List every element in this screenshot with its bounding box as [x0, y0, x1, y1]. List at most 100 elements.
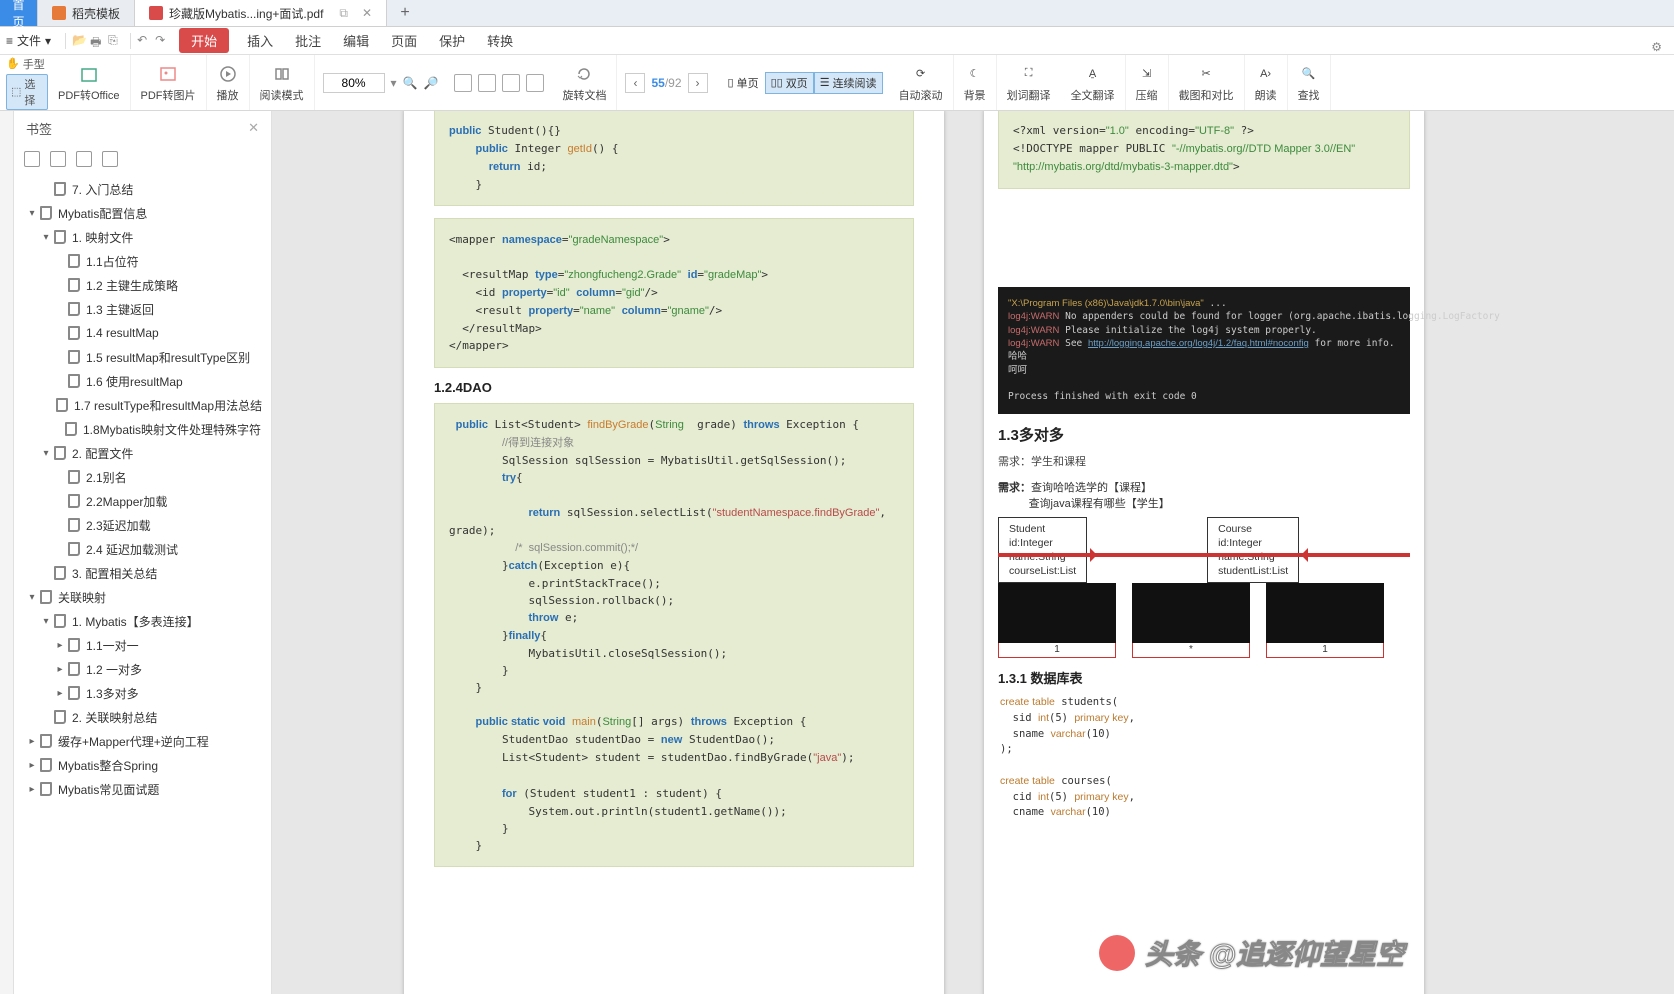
zoom-out-icon[interactable]: 🔍 — [403, 76, 418, 90]
bookmark-item[interactable]: 2.1别名 — [14, 465, 271, 489]
bookmark-item[interactable]: 1.7 resultType和resultMap用法总结 — [14, 393, 271, 417]
caret-icon[interactable]: ▾ — [40, 448, 52, 459]
zoom-dropdown[interactable]: ▾ — [391, 76, 397, 90]
bookmark-item[interactable]: 1.1占位符 — [14, 249, 271, 273]
bookmark-tree[interactable]: 7. 入门总结▾Mybatis配置信息▾1. 映射文件1.1占位符1.2 主键生… — [14, 173, 271, 994]
select-tool[interactable]: ⬚选择 — [6, 74, 48, 110]
file-menu[interactable]: ≡ 文件 ▾ — [6, 32, 51, 49]
bookmark-item[interactable]: 2. 关联映射总结 — [14, 705, 271, 729]
menu-edit[interactable]: 编辑 — [333, 27, 379, 54]
print-icon[interactable]: 🖶 — [90, 33, 106, 49]
document-viewport[interactable]: public Student(){} public Integer getId(… — [272, 111, 1674, 994]
tab-docer[interactable]: 稻壳模板 — [38, 0, 135, 26]
bm-tool-1[interactable] — [24, 151, 40, 167]
export-icon[interactable]: ⎘ — [108, 33, 124, 49]
menu-convert[interactable]: 转换 — [477, 27, 523, 54]
sidebar-rail[interactable] — [0, 111, 14, 994]
bookmark-item[interactable]: 2.2Mapper加载 — [14, 489, 271, 513]
fit-width-icon[interactable] — [454, 74, 472, 92]
bookmark-item[interactable]: ▸Mybatis整合Spring — [14, 753, 271, 777]
menu-insert[interactable]: 插入 — [237, 27, 283, 54]
full-translate[interactable]: A̱全文翻译 — [1061, 55, 1126, 110]
panel-header: 书签 ✕ — [14, 111, 271, 145]
separator — [65, 33, 66, 49]
actual-size-icon[interactable] — [502, 74, 520, 92]
tab-pdf[interactable]: 珍藏版Mybatis...ing+面试.pdf⧉✕ — [135, 0, 387, 26]
bookmark-item[interactable]: ▾2. 配置文件 — [14, 441, 271, 465]
caret-icon[interactable]: ▾ — [40, 616, 52, 627]
bm-tool-3[interactable] — [76, 151, 92, 167]
close-icon[interactable]: ✕ — [362, 6, 372, 20]
menu-protect[interactable]: 保护 — [429, 27, 475, 54]
bm-tool-4[interactable] — [102, 151, 118, 167]
caret-icon[interactable]: ▾ — [40, 232, 52, 243]
prev-page-button[interactable]: ‹ — [625, 73, 645, 93]
single-page-toggle[interactable]: ▯单页 — [722, 72, 765, 94]
bookmark-item[interactable]: ▸Mybatis常见面试题 — [14, 777, 271, 801]
bookmark-item[interactable]: 1.5 resultMap和resultType区别 — [14, 345, 271, 369]
pdf-to-image[interactable]: PDF转图片 — [131, 55, 207, 110]
bookmark-item[interactable]: ▾关联映射 — [14, 585, 271, 609]
background-button[interactable]: ☾背景 — [954, 55, 997, 110]
double-page-toggle[interactable]: ▯▯双页 — [765, 72, 814, 94]
hand-tool[interactable]: ✋手型 — [6, 56, 45, 72]
bookmark-item[interactable]: ▸1.3多对多 — [14, 681, 271, 705]
fit-visible-icon[interactable] — [526, 74, 544, 92]
bookmark-item[interactable]: 2.3延迟加载 — [14, 513, 271, 537]
menu-start[interactable]: 开始 — [179, 28, 229, 53]
bookmark-item[interactable]: 3. 配置相关总结 — [14, 561, 271, 585]
image-icon — [159, 65, 177, 83]
settings-icon[interactable]: ⚙ — [1651, 40, 1662, 54]
bookmark-icon — [40, 758, 52, 772]
screenshot-button[interactable]: ✂截图和对比 — [1169, 55, 1245, 110]
menu-bar: ≡ 文件 ▾ 📂 🖶 ⎘ ↶ ↷ 开始 插入 批注 编辑 页面 保护 转换 ⚙ — [0, 27, 1674, 55]
fit-page-icon[interactable] — [478, 74, 496, 92]
play-button[interactable]: 播放 — [207, 55, 250, 110]
compress-button[interactable]: ⇲压缩 — [1126, 55, 1169, 110]
caret-icon[interactable]: ▸ — [54, 688, 66, 699]
rotate-button[interactable]: 旋转文档 — [552, 55, 617, 110]
tab-home[interactable]: 首页 — [0, 0, 38, 26]
read-mode[interactable]: 阅读模式 — [250, 55, 315, 110]
caret-icon[interactable]: ▸ — [54, 664, 66, 675]
heading-133: 1.3多对多 — [998, 424, 1394, 445]
page-display[interactable]: 55/92 — [651, 76, 681, 90]
menu-page[interactable]: 页面 — [381, 27, 427, 54]
bookmark-item[interactable]: 1.3 主键返回 — [14, 297, 271, 321]
bookmark-item[interactable]: 1.6 使用resultMap — [14, 369, 271, 393]
bm-tool-2[interactable] — [50, 151, 66, 167]
bookmark-item[interactable]: ▸1.1一对一 — [14, 633, 271, 657]
bookmark-item[interactable]: 1.2 主键生成策略 — [14, 273, 271, 297]
caret-icon[interactable]: ▸ — [26, 736, 38, 747]
bookmark-item[interactable]: ▸1.2 一对多 — [14, 657, 271, 681]
popout-icon[interactable]: ⧉ — [339, 6, 348, 21]
caret-icon[interactable]: ▸ — [26, 760, 38, 771]
bookmark-item[interactable]: 1.4 resultMap — [14, 321, 271, 345]
open-icon[interactable]: 📂 — [72, 33, 88, 49]
continuous-toggle[interactable]: ☰连续阅读 — [814, 72, 883, 94]
caret-icon[interactable]: ▾ — [26, 208, 38, 219]
bookmark-item[interactable]: 1.8Mybatis映射文件处理特殊字符 — [14, 417, 271, 441]
bookmark-item[interactable]: 2.4 延迟加载测试 — [14, 537, 271, 561]
pdf-to-office[interactable]: PDF转Office — [48, 55, 131, 110]
zoom-in-icon[interactable]: 🔎 — [424, 76, 439, 90]
next-page-button[interactable]: › — [688, 73, 708, 93]
caret-icon[interactable]: ▸ — [26, 784, 38, 795]
menu-annotate[interactable]: 批注 — [285, 27, 331, 54]
read-aloud-button[interactable]: A›朗读 — [1245, 55, 1288, 110]
caret-icon[interactable]: ▸ — [54, 640, 66, 651]
bookmark-item[interactable]: ▾Mybatis配置信息 — [14, 201, 271, 225]
bookmark-item[interactable]: ▸缓存+Mapper代理+逆向工程 — [14, 729, 271, 753]
redo-icon[interactable]: ↷ — [155, 33, 171, 49]
caret-icon[interactable]: ▾ — [26, 592, 38, 603]
close-panel-icon[interactable]: ✕ — [248, 120, 259, 136]
bookmark-item[interactable]: ▾1. 映射文件 — [14, 225, 271, 249]
zoom-input[interactable] — [323, 73, 385, 93]
bookmark-item[interactable]: 7. 入门总结 — [14, 177, 271, 201]
word-translate[interactable]: ⛶划词翻译 — [997, 55, 1061, 110]
find-button[interactable]: 🔍查找 — [1288, 55, 1331, 110]
undo-icon[interactable]: ↶ — [137, 33, 153, 49]
autoscroll-button[interactable]: ⟳自动滚动 — [889, 55, 954, 110]
new-tab-button[interactable]: + — [387, 0, 423, 26]
bookmark-item[interactable]: ▾1. Mybatis【多表连接】 — [14, 609, 271, 633]
